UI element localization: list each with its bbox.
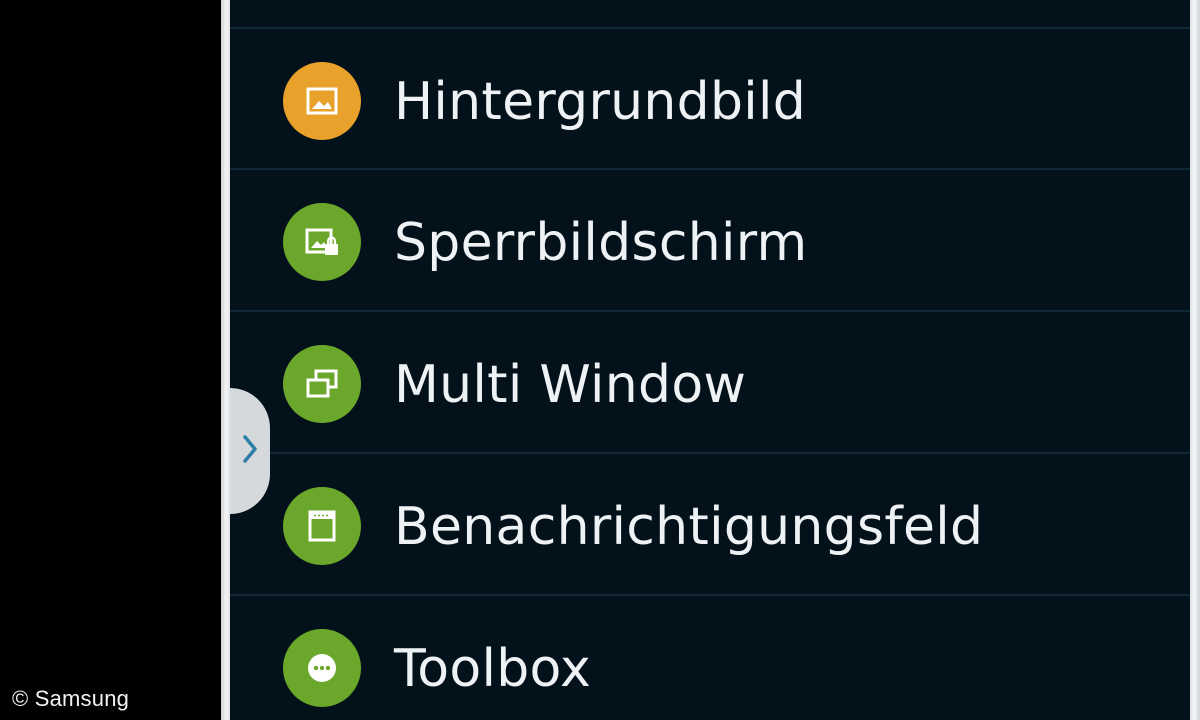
left-bezel — [0, 0, 220, 720]
notification-panel-icon — [283, 487, 361, 565]
list-item-notification-panel[interactable]: Benachrichtigungsfeld — [230, 454, 1190, 594]
phone-frame-right — [1190, 0, 1200, 720]
list-item-wallpaper[interactable]: Hintergrundbild — [230, 29, 1190, 169]
list-item-lock-screen[interactable]: Sperrbildschirm — [230, 170, 1190, 310]
toolbox-icon — [283, 629, 361, 707]
phone-frame-left — [221, 0, 230, 720]
chevron-right-icon — [239, 429, 261, 474]
list-item-toolbox[interactable]: Toolbox — [230, 596, 1190, 720]
list-item-label: Multi Window — [394, 355, 747, 415]
list-item-label: Toolbox — [394, 639, 592, 699]
list-item-label: Hintergrundbild — [394, 72, 807, 132]
lock-screen-icon — [283, 203, 361, 281]
copyright-caption: © Samsung — [12, 686, 130, 711]
settings-screen: Hintergrundbild Sperrbildschirm Multi Wi… — [230, 0, 1190, 720]
list-item-multi-window[interactable]: Multi Window — [230, 312, 1190, 452]
wallpaper-icon — [283, 62, 361, 140]
list-item-label: Sperrbildschirm — [394, 213, 808, 273]
list-item-label: Benachrichtigungsfeld — [394, 497, 984, 557]
multi-window-icon — [283, 345, 361, 423]
